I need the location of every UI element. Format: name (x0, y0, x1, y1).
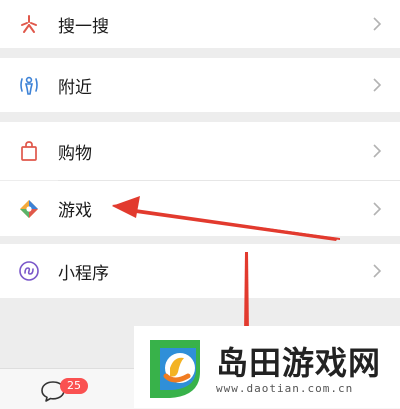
watermark-emblem (140, 332, 210, 402)
menu-item-mini-programs[interactable]: 小程序 (0, 244, 400, 298)
chevron-right-icon (370, 144, 384, 158)
chevron-right-icon (370, 17, 384, 31)
watermark-url: www.daotian.com.cn (216, 382, 354, 395)
mini-program-icon (18, 260, 40, 282)
watermark-title: 岛田游戏网 (216, 344, 382, 382)
watermark-logo: 岛田游戏网 www.daotian.com.cn (134, 326, 400, 408)
nearby-person-icon (18, 74, 40, 96)
menu-item-nearby[interactable]: 附近 (0, 58, 400, 112)
chevron-right-icon (370, 78, 384, 92)
search-sparkle-icon (18, 13, 40, 35)
menu-item-label: 小程序 (58, 263, 109, 284)
shopping-bag-icon (18, 140, 40, 162)
menu-item-games[interactable]: 游戏 (0, 181, 400, 236)
chevron-right-icon (370, 264, 384, 278)
unread-count-badge: 25 (60, 378, 88, 394)
menu-item-label: 附近 (58, 77, 92, 98)
menu-item-shopping[interactable]: 购物 (0, 122, 400, 180)
menu-item-search[interactable]: 搜一搜 (0, 0, 400, 48)
menu-item-label: 搜一搜 (58, 16, 109, 37)
game-diamond-icon (18, 198, 40, 220)
chevron-right-icon (370, 201, 384, 216)
menu-item-label: 购物 (58, 143, 92, 164)
menu-item-label: 游戏 (58, 201, 92, 221)
